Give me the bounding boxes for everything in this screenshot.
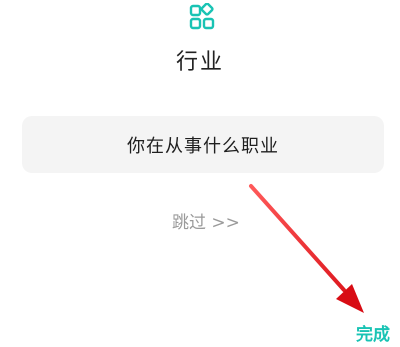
occupation-prompt-label: 你在从事什么职业 <box>127 135 279 157</box>
skip-link[interactable]: 跳过 >> <box>172 208 240 233</box>
done-button[interactable]: 完成 <box>356 320 390 345</box>
grid-shapes-icon <box>189 3 215 30</box>
occupation-select-field[interactable]: 你在从事什么职业 <box>22 116 384 173</box>
page-title: 行业 <box>175 50 224 75</box>
